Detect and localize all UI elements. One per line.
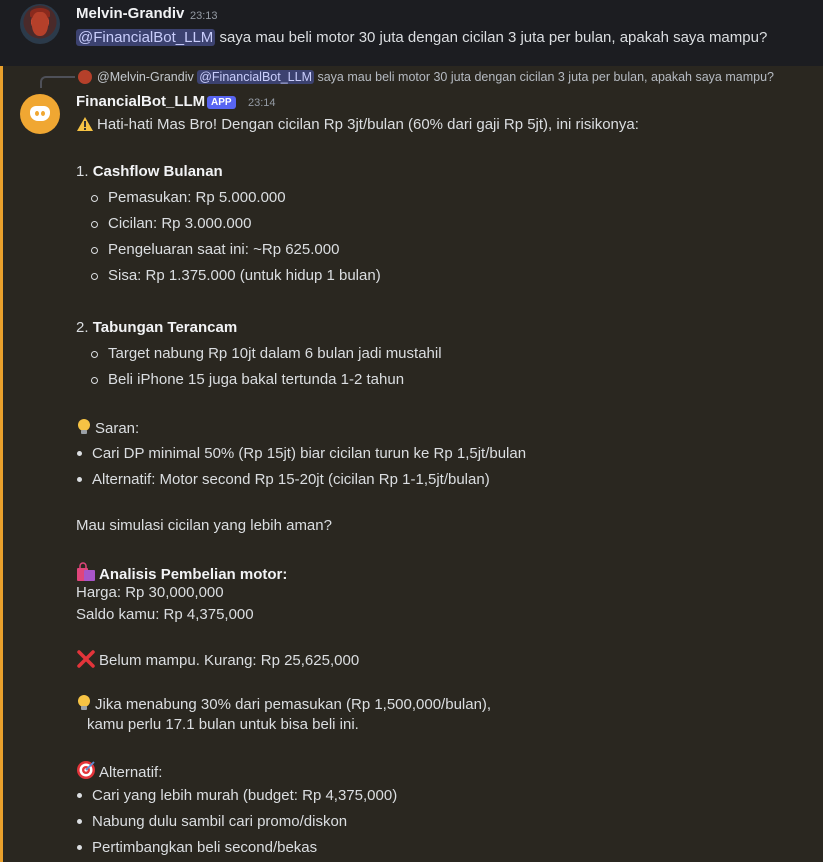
list-item: Cari yang lebih murah (budget: Rp 4,375,… [92, 787, 398, 804]
list-item: Pengeluaran saat ini: ~Rp 625.000 [108, 241, 340, 258]
analysis-heading: Analisis Pembelian motor: [76, 562, 287, 586]
discord-logo-icon [30, 106, 50, 121]
reply-preview[interactable]: @Melvin-Grandiv @FinancialBot_LLM saya m… [97, 70, 774, 84]
mention-financialbot[interactable]: @FinancialBot_LLM [76, 29, 216, 46]
user-timestamp: 23:13 [190, 10, 218, 22]
shopping-bags-icon [76, 562, 96, 586]
reply-spine [40, 76, 75, 88]
list-item: Beli iPhone 15 juga bakal tertunda 1-2 t… [108, 371, 405, 388]
bot-message: @Melvin-Grandiv @FinancialBot_LLM saya m… [0, 66, 823, 862]
alternatif-heading: Alternatif: [76, 760, 162, 784]
list-item: Cicilan: Rp 3.000.000 [108, 215, 252, 232]
bot-username[interactable]: FinancialBot_LLM [76, 93, 205, 110]
user-message: Melvin-Grandiv 23:13 @FinancialBot_LLM s… [0, 0, 823, 66]
section1-heading: 1. Cashflow Bulanan [76, 163, 223, 180]
balance-line: Saldo kamu: Rp 4,375,000 [76, 606, 254, 623]
section2-heading: 2. Tabungan Terancam [76, 319, 238, 336]
tip-line-1: Jika menabung 30% dari pemasukan (Rp 1,5… [76, 694, 491, 716]
list-item: Sisa: Rp 1.375.000 (untuk hidup 1 bulan) [108, 267, 381, 284]
app-badge: APP [207, 96, 236, 109]
bot-avatar[interactable] [20, 94, 60, 134]
highlight-bar [0, 66, 3, 862]
list-item: Target nabung Rp 10jt dalam 6 bulan jadi… [108, 345, 442, 362]
saran-heading: Saran: [76, 418, 139, 440]
verdict-line: Belum mampu. Kurang: Rp 25,625,000 [76, 650, 359, 672]
intro-line: Hati-hati Mas Bro! Dengan cicilan Rp 3jt… [76, 116, 639, 136]
reply-avatar [78, 70, 92, 84]
tip-line-2: kamu perlu 17.1 bulan untuk bisa beli in… [87, 716, 359, 733]
lightbulb-icon [76, 694, 92, 716]
list-item: Cari DP minimal 50% (Rp 15jt) biar cicil… [92, 445, 527, 462]
cross-mark-icon [76, 650, 96, 672]
warning-icon [76, 116, 94, 136]
list-item: Pemasukan: Rp 5.000.000 [108, 189, 286, 206]
user-message-text: @FinancialBot_LLM saya mau beli motor 30… [76, 29, 768, 46]
price-line: Harga: Rp 30,000,000 [76, 584, 224, 601]
list-item: Alternatif: Motor second Rp 15-20jt (cic… [92, 471, 490, 488]
question-line: Mau simulasi cicilan yang lebih aman? [76, 517, 332, 534]
user-avatar[interactable] [20, 4, 60, 44]
user-username[interactable]: Melvin-Grandiv [76, 5, 184, 22]
list-item: Pertimbangkan beli second/bekas [92, 839, 318, 856]
target-icon [76, 760, 96, 784]
list-item: Nabung dulu sambil cari promo/diskon [92, 813, 348, 830]
bot-timestamp: 23:14 [248, 97, 276, 109]
lightbulb-icon [76, 418, 92, 440]
